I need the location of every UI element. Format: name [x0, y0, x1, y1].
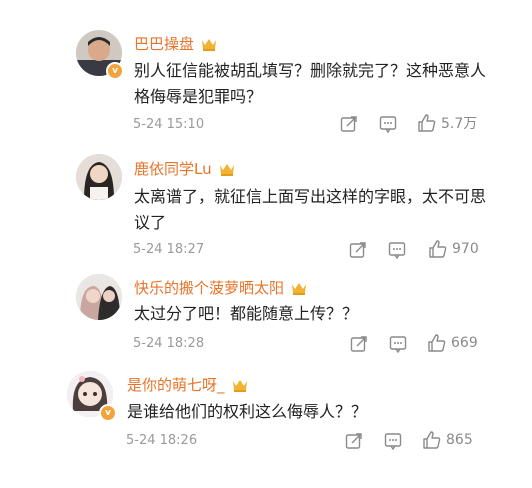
- comment-username[interactable]: 巴巴操盘: [134, 33, 218, 54]
- comment-item: 快乐的搬个菠萝晒太阳 太过分了吧！都能随意上传？？ 5-24 18:28 669: [0, 260, 532, 360]
- comment-icon: [388, 242, 406, 259]
- comment-button[interactable]: [388, 241, 406, 259]
- comment-icon: [384, 433, 402, 450]
- comment-text: 是谁给他们的权利这么侮辱人？？: [127, 402, 368, 421]
- thumbs-up-icon: [418, 114, 436, 132]
- comment-username[interactable]: 鹿依同学Lu: [134, 158, 236, 179]
- comment-timestamp: 5-24 18:26: [126, 433, 198, 448]
- thumbs-up-icon: [423, 431, 441, 449]
- comment-text: 太离谱了，就征信上面写出这样的字眼，太不可思议了: [134, 187, 487, 232]
- like-count: 970: [452, 241, 479, 257]
- share-icon: [340, 116, 357, 132]
- share-icon: [345, 433, 362, 449]
- share-icon: [350, 336, 367, 352]
- like-count: 865: [446, 432, 473, 448]
- like-button[interactable]: 865: [422, 430, 473, 450]
- like-button[interactable]: 669: [427, 333, 478, 353]
- avatar[interactable]: [76, 274, 122, 320]
- comment-text: 别人征信能被胡乱填写？删除就完了？这种恶意人格侮辱是犯罪吗？: [134, 61, 487, 106]
- comment-button[interactable]: [384, 432, 402, 450]
- verified-icon: v: [106, 62, 124, 80]
- like-button[interactable]: 5.7万: [417, 113, 477, 133]
- crown-icon: [219, 164, 234, 176]
- comment-item: 鹿依同学Lu 太离谱了，就征信上面写出这样的字眼，太不可思议了 5-24 18:…: [0, 140, 532, 260]
- verified-icon: v: [99, 404, 117, 422]
- comment-username[interactable]: 是你的萌七呀_: [127, 374, 249, 395]
- comment-button[interactable]: [379, 115, 397, 133]
- crown-icon: [202, 39, 217, 51]
- thumbs-up-icon: [428, 334, 446, 352]
- comment-icon: [389, 336, 407, 353]
- comment-button[interactable]: [389, 335, 407, 353]
- avatar[interactable]: [76, 154, 122, 200]
- comment-timestamp: 5-24 18:27: [133, 242, 205, 257]
- share-icon: [349, 242, 366, 258]
- comment-item: v 巴巴操盘 别人征信能被胡乱填写？删除就完了？这种恶意人格侮辱是犯罪吗？ 5-…: [0, 0, 532, 140]
- share-button[interactable]: [345, 432, 363, 450]
- crown-icon: [292, 283, 307, 295]
- crown-icon: [232, 380, 247, 392]
- comment-username[interactable]: 快乐的搬个菠萝晒太阳: [134, 277, 308, 298]
- share-button[interactable]: [350, 335, 368, 353]
- thumbs-up-icon: [429, 240, 447, 258]
- like-count: 669: [451, 335, 478, 351]
- comment-text: 太过分了吧！都能随意上传？？: [134, 304, 359, 323]
- comment-timestamp: 5-24 15:10: [133, 117, 205, 132]
- like-button[interactable]: 970: [428, 239, 479, 259]
- comment-item: v 是你的萌七呀_ 是谁给他们的权利这么侮辱人？？ 5-24 18:26 865: [0, 360, 532, 488]
- share-button[interactable]: [340, 115, 358, 133]
- like-count: 5.7万: [441, 116, 478, 132]
- comment-timestamp: 5-24 18:28: [133, 336, 205, 351]
- share-button[interactable]: [349, 241, 367, 259]
- comment-icon: [379, 116, 397, 133]
